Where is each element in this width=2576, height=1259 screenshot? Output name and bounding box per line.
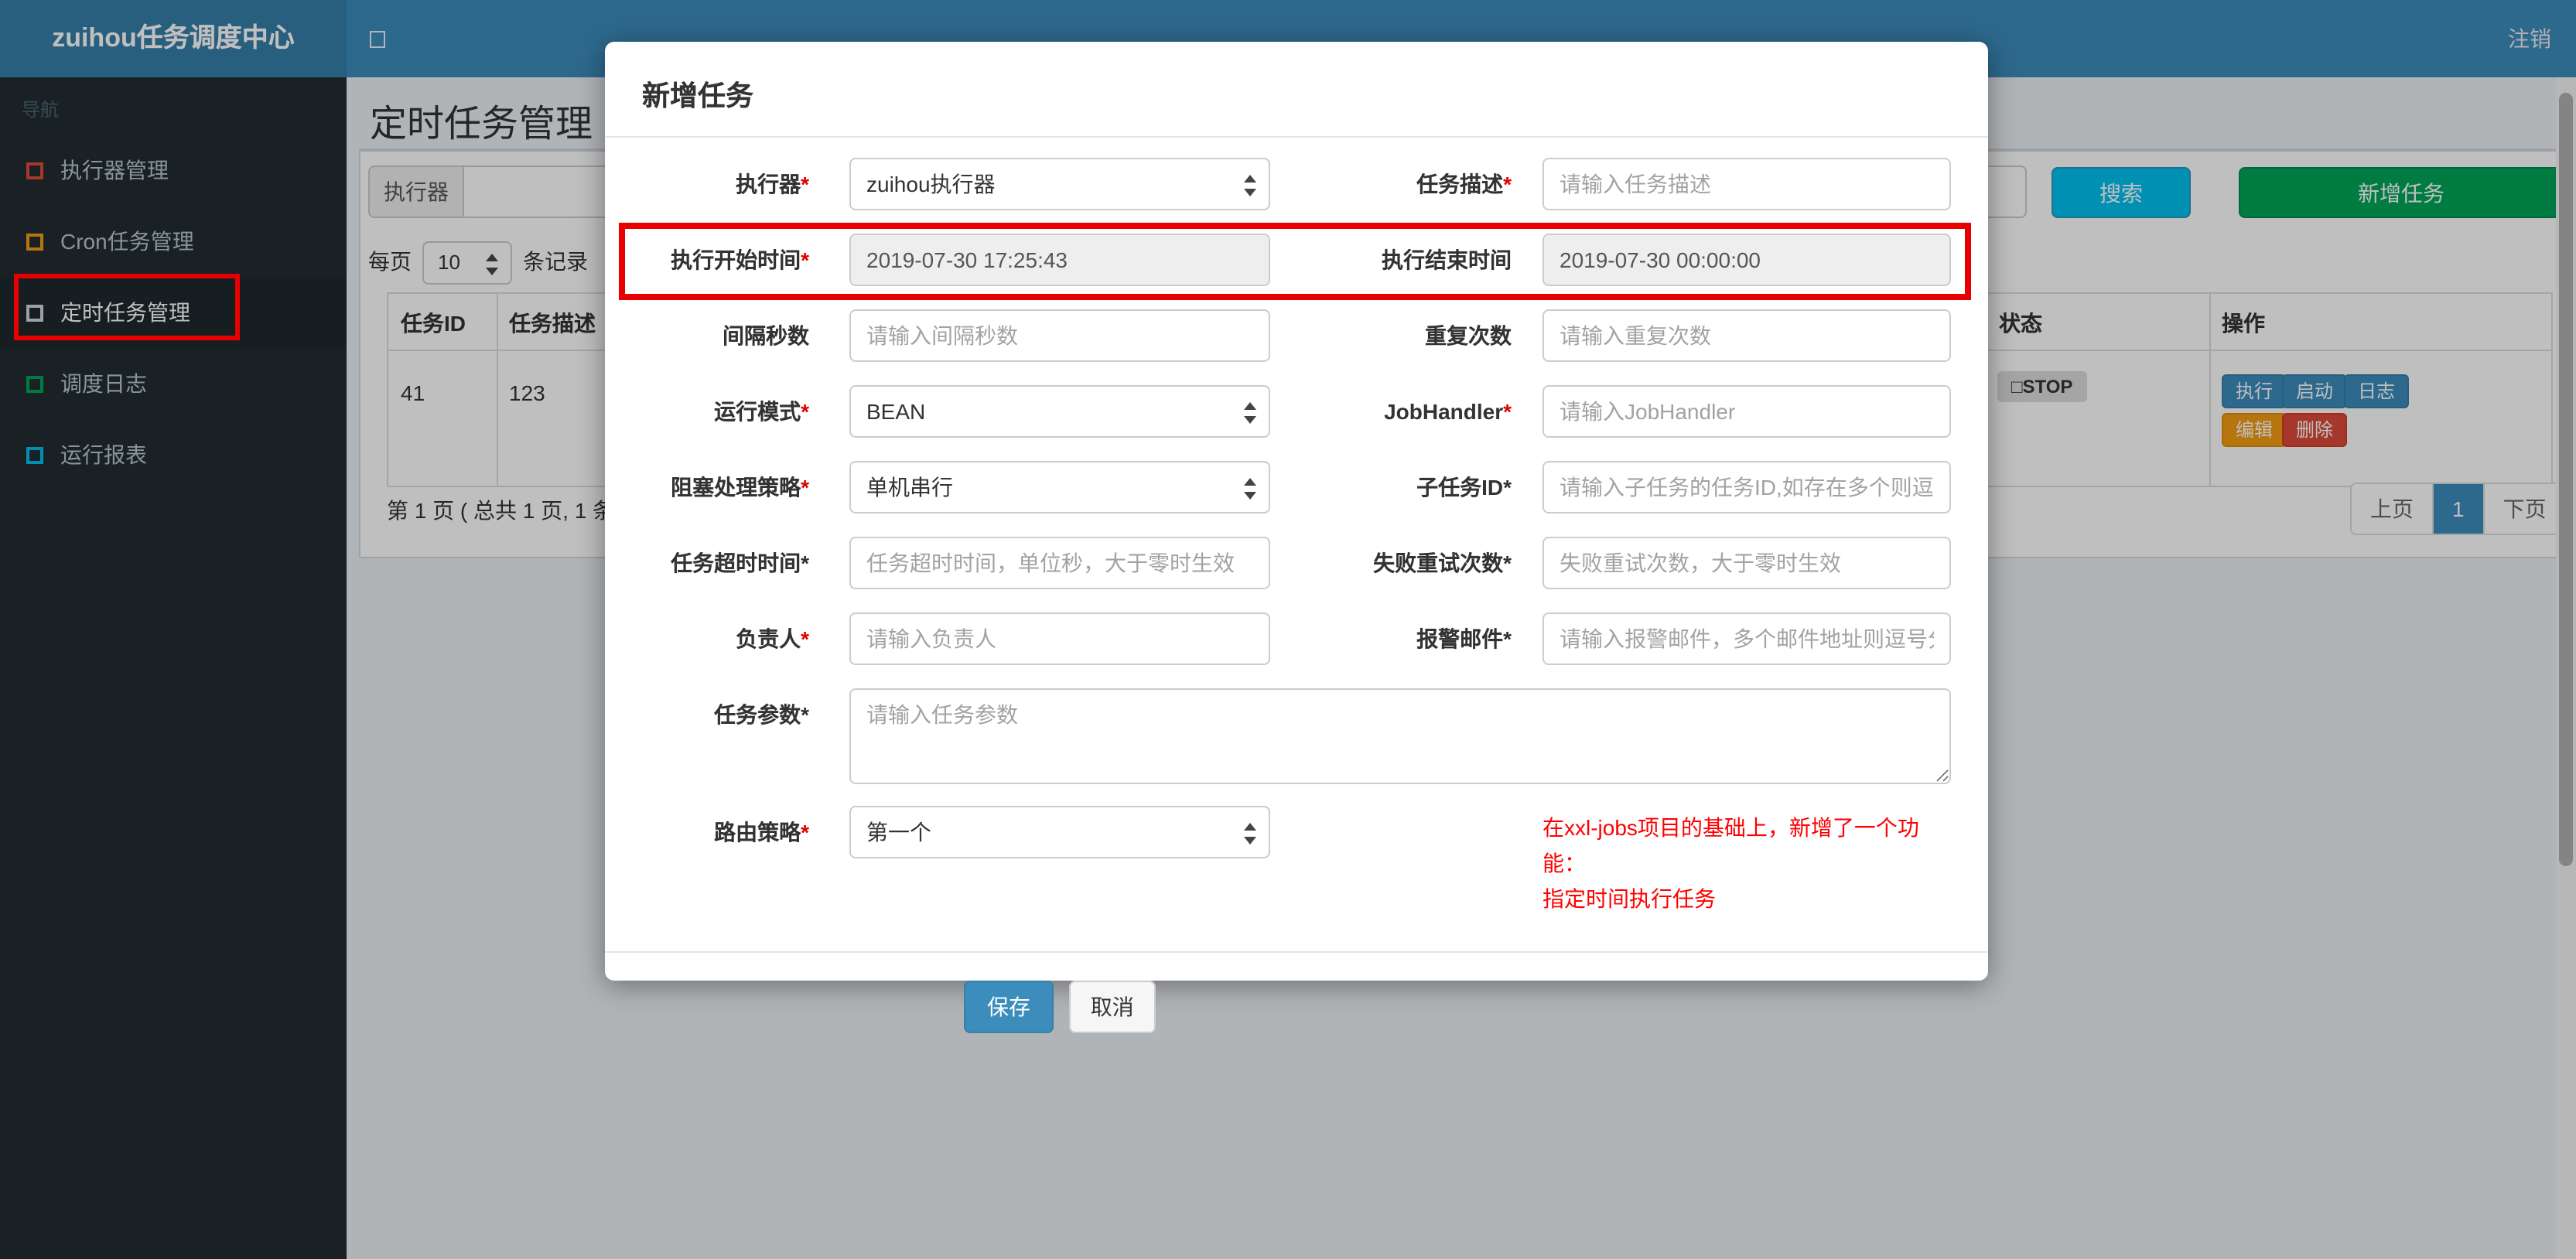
timeout-input[interactable]	[849, 537, 1270, 589]
interval-input[interactable]	[849, 309, 1270, 362]
job-desc-input[interactable]	[1543, 158, 1951, 210]
job-param-textarea[interactable]	[849, 688, 1951, 784]
label-text: 执行器	[736, 172, 801, 196]
owner-input[interactable]	[849, 612, 1270, 665]
label-text: 运行模式	[714, 399, 801, 424]
fail-retry-label: 失败重试次数*	[1270, 537, 1512, 589]
route-strategy-select[interactable]: 第一个	[849, 806, 1270, 858]
select-arrows-icon	[1244, 172, 1256, 200]
route-strategy-select-value: 第一个	[866, 820, 931, 844]
save-button[interactable]: 保存	[964, 981, 1054, 1033]
owner-label: 负责人*	[619, 612, 809, 665]
route-strategy-label: 路由策略*	[619, 806, 809, 858]
job-param-label: 任务参数*	[619, 688, 809, 741]
label-text: 报警邮件*	[1416, 626, 1512, 651]
label-text: 间隔秒数	[723, 323, 809, 348]
fail-retry-input[interactable]	[1543, 537, 1951, 589]
label-text: JobHandler	[1384, 399, 1504, 424]
label-text: 子任务ID*	[1416, 475, 1512, 500]
executor-label: 执行器*	[619, 158, 809, 210]
form-row: 负责人* 报警邮件*	[619, 612, 1951, 665]
feature-note-line1: 在xxl-jobs项目的基础上，新增了一个功能：	[1543, 815, 1919, 875]
modal-title: 新增任务	[642, 80, 753, 111]
executor-select-value: zuihou执行器	[866, 172, 996, 196]
cancel-button[interactable]: 取消	[1068, 981, 1156, 1033]
form-row: 阻塞处理策略* 单机串行 子任务ID*	[619, 461, 1951, 513]
block-strategy-label: 阻塞处理策略*	[619, 461, 809, 513]
run-mode-select[interactable]: BEAN	[849, 385, 1270, 438]
required-marker: *	[801, 172, 809, 196]
form-row: 任务参数*	[619, 688, 1951, 784]
required-marker: *	[1503, 399, 1512, 424]
feature-note-line2: 指定时间执行任务	[1543, 886, 1716, 911]
label-text: 阻塞处理策略	[671, 475, 801, 500]
required-marker: *	[801, 820, 809, 844]
interval-label: 间隔秒数	[619, 309, 809, 362]
select-arrows-icon	[1244, 820, 1256, 848]
job-handler-input[interactable]	[1543, 385, 1951, 438]
required-marker: *	[801, 626, 809, 651]
modal-footer: 保存 取消	[605, 951, 1988, 1033]
app-viewport: zuihou任务调度中心 注销 导航 执行器管理 Cron任务管理 定时任务管理…	[0, 0, 2576, 1259]
select-arrows-icon	[1244, 399, 1256, 427]
annotation-rect-time-fields	[619, 223, 1971, 300]
required-marker: *	[801, 399, 809, 424]
job-desc-label: 任务描述*	[1270, 158, 1512, 210]
executor-select[interactable]: zuihou执行器	[849, 158, 1270, 210]
add-task-modal: 新增任务 执行器* zuihou执行器 任务描述* 执行开始时间* 执行结束时间…	[605, 42, 1988, 1033]
feature-note-text: 在xxl-jobs项目的基础上，新增了一个功能： 指定时间执行任务	[1543, 806, 1951, 917]
form-row: 运行模式* BEAN JobHandler*	[619, 385, 1951, 438]
required-marker: *	[801, 475, 809, 500]
select-arrows-icon	[1244, 475, 1256, 503]
modal-header: 新增任务	[605, 42, 1988, 138]
label-text: 路由策略	[714, 820, 801, 844]
repeat-count-label: 重复次数	[1270, 309, 1512, 362]
run-mode-select-value: BEAN	[866, 399, 926, 424]
alarm-email-label: 报警邮件*	[1270, 612, 1512, 665]
form-row: 任务超时时间* 失败重试次数*	[619, 537, 1951, 589]
label-text: 任务描述	[1416, 172, 1504, 196]
label-text: 重复次数	[1425, 323, 1512, 348]
run-mode-label: 运行模式*	[619, 385, 809, 438]
timeout-label: 任务超时时间*	[619, 537, 809, 589]
annotation-rect-sidebar-scheduled-task	[14, 274, 240, 340]
label-text: 负责人	[736, 626, 801, 651]
job-handler-label: JobHandler*	[1270, 385, 1512, 438]
form-row: 执行器* zuihou执行器 任务描述*	[619, 158, 1951, 210]
child-job-id-input[interactable]	[1543, 461, 1951, 513]
label-text: 任务超时时间*	[671, 551, 809, 575]
form-row: 间隔秒数 重复次数	[619, 309, 1951, 362]
form-row: 路由策略* 第一个 在xxl-jobs项目的基础上，新增了一个功能： 指定时间执…	[619, 806, 1951, 917]
label-text: 失败重试次数*	[1373, 551, 1512, 575]
alarm-email-input[interactable]	[1543, 612, 1951, 665]
repeat-count-input[interactable]	[1543, 309, 1951, 362]
block-strategy-select-value: 单机串行	[866, 475, 953, 500]
required-marker: *	[1503, 172, 1512, 196]
child-job-id-label: 子任务ID*	[1270, 461, 1512, 513]
block-strategy-select[interactable]: 单机串行	[849, 461, 1270, 513]
label-text: 任务参数*	[714, 702, 809, 727]
